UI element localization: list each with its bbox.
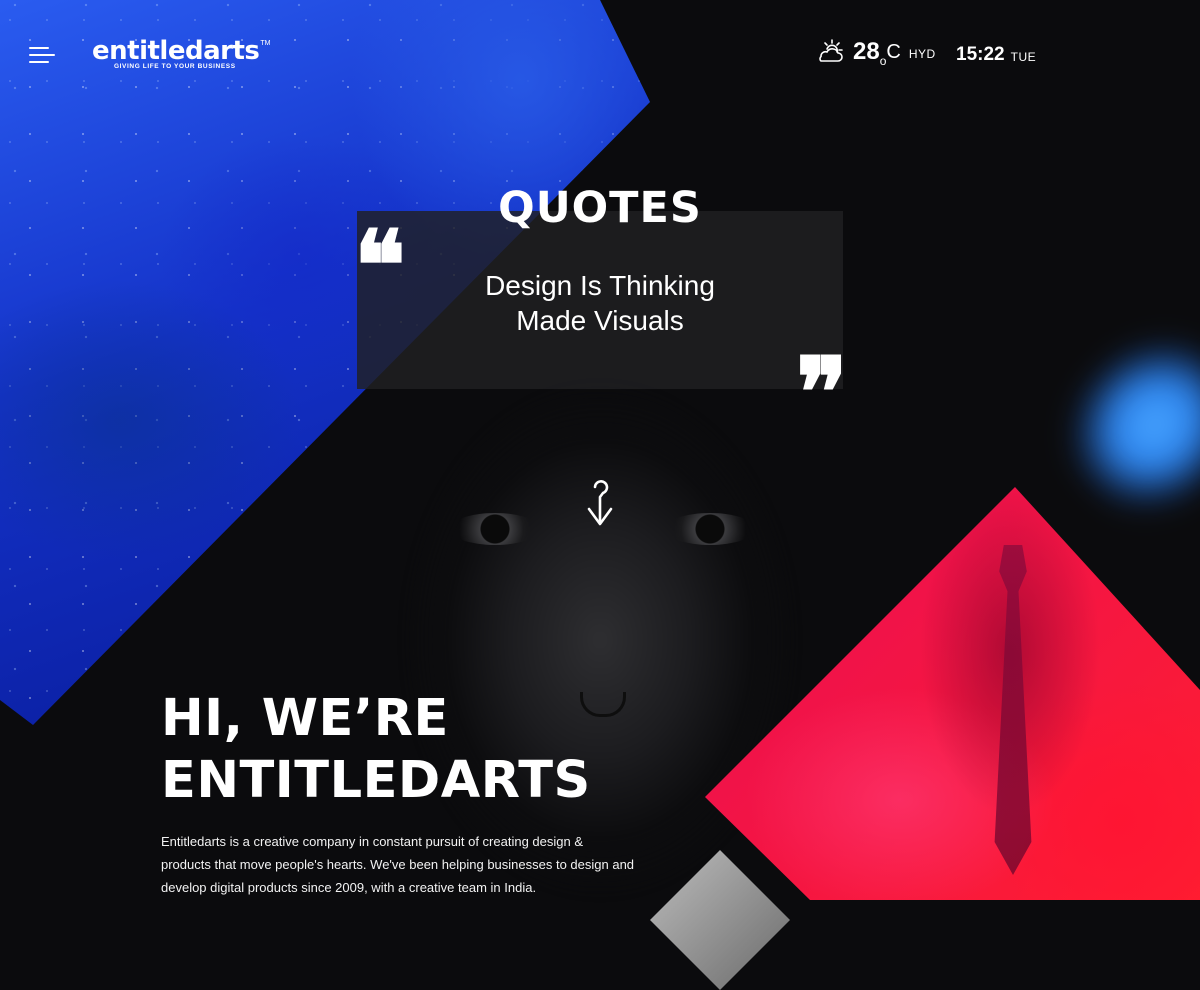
face-right-eye <box>665 513 755 545</box>
face-photo <box>360 380 860 900</box>
hamburger-icon-line <box>29 61 49 63</box>
blue-glow-shape <box>1041 311 1200 539</box>
temperature-unit: C <box>886 41 901 63</box>
quote-line-1: Design Is Thinking <box>485 270 715 301</box>
hamburger-icon-line <box>29 54 55 56</box>
grey-diamond-shape <box>650 850 790 990</box>
temperature-value: 28 <box>853 38 880 65</box>
intro-line-3: develop digital products since 2009, wit… <box>161 880 537 895</box>
clock-time: 15:22 <box>956 44 1005 65</box>
hero-heading-line-2: ENTITLEDARTS <box>161 751 591 810</box>
logo[interactable]: entitledartsTM GIVING LIFE TO YOUR BUSIN… <box>92 37 270 70</box>
close-quote-icon: ❞ <box>796 345 848 393</box>
menu-button[interactable] <box>29 45 55 65</box>
weather-city: HYD <box>908 47 936 61</box>
intro-line-1: Entitledarts is a creative company in co… <box>161 834 583 849</box>
hamburger-icon <box>29 47 49 49</box>
quote-text: Design Is Thinking Made Visuals <box>357 268 843 338</box>
weather-widget: 28 o C HYD <box>814 38 936 68</box>
pink-suit-tie <box>994 545 1032 875</box>
scroll-down-arrow-icon[interactable] <box>585 479 615 527</box>
intro-paragraph: Entitledarts is a creative company in co… <box>161 830 641 899</box>
face-left-eye <box>450 513 540 545</box>
quote-line-2: Made Visuals <box>516 305 684 336</box>
clock-widget: 15:22 TUE <box>956 43 1036 67</box>
clock-day: TUE <box>1010 50 1037 64</box>
logo-wordmark: entitledarts <box>92 36 260 66</box>
quotes-title: QUOTES <box>498 183 702 233</box>
open-quote-icon: ❝ <box>354 218 406 266</box>
hero-heading-line-1: HI, WE’RE <box>161 689 449 748</box>
partly-cloudy-icon <box>819 39 843 62</box>
hero-heading: HI, WE’RE ENTITLEDARTS <box>161 688 591 812</box>
logo-trademark: TM <box>260 40 271 47</box>
degree-symbol: o <box>879 54 887 68</box>
intro-line-2: products that move people's hearts. We'v… <box>161 857 635 872</box>
